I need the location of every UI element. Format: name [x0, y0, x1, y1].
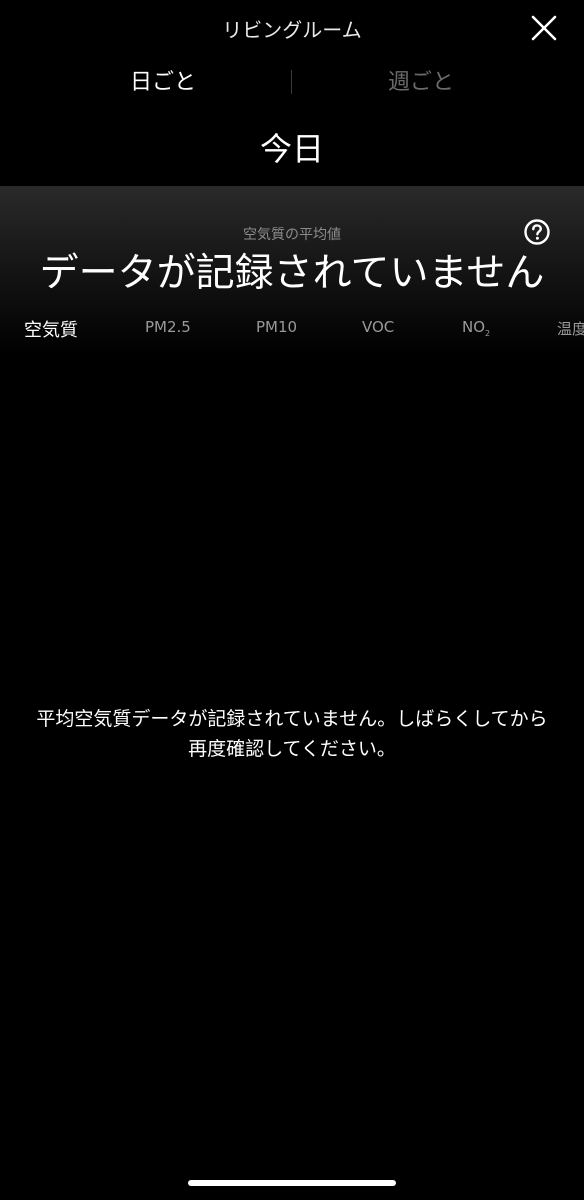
tab-temperature[interactable]: 温度 [557, 318, 584, 339]
tab-no2-label: NO [462, 318, 486, 336]
tab-no2[interactable]: NO2 [462, 318, 490, 338]
close-icon [531, 15, 557, 41]
tab-air-quality[interactable]: 空気質 [24, 316, 78, 342]
tab-voc[interactable]: VOC [362, 318, 394, 336]
metric-tabs: 空気質 PM2.5 PM10 VOC NO2 温度 [0, 316, 584, 346]
close-button[interactable] [526, 10, 562, 46]
tab-no2-subscript: 2 [485, 329, 491, 338]
page-title: リビングルーム [222, 18, 362, 42]
date-label: 今日 [259, 130, 324, 168]
tab-daily[interactable]: 日ごと [63, 64, 263, 96]
empty-state-message: 平均空気質データが記録されていません。しばらくしてから再度確認してください。 [36, 708, 548, 760]
period-selector: 日ごと 週ごと [0, 64, 584, 98]
tab-pm10[interactable]: PM10 [256, 318, 297, 336]
home-indicator [188, 1180, 396, 1186]
tab-divider [291, 70, 292, 94]
tab-pm25[interactable]: PM2.5 [145, 318, 191, 336]
tab-weekly[interactable]: 週ごと [321, 64, 521, 96]
summary-value: データが記録されていません [39, 251, 545, 296]
summary-caption: 空気質の平均値 [243, 227, 341, 243]
